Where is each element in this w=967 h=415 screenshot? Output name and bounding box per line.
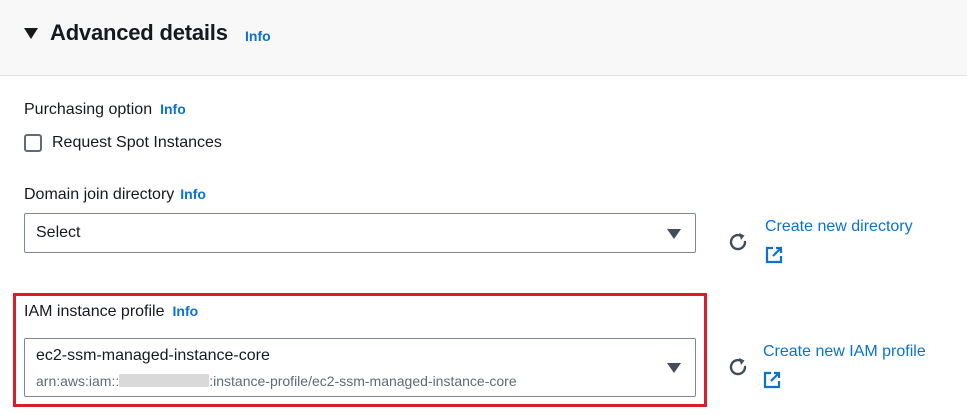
purchasing-option-label-text: Purchasing option	[24, 101, 153, 118]
domain-join-label: Domain join directory Info	[24, 186, 206, 204]
iam-profile-select[interactable]: ec2-ssm-managed-instance-core arn:aws:ia…	[24, 338, 696, 397]
advanced-details-header[interactable]: Advanced details Info	[0, 0, 967, 76]
external-link-icon[interactable]	[763, 371, 781, 389]
domain-join-info-link[interactable]: Info	[180, 186, 206, 202]
create-new-iam-profile-link[interactable]: Create new IAM profile	[763, 343, 926, 361]
iam-profile-label: IAM instance profile Info	[24, 303, 198, 321]
domain-join-select-value: Select	[36, 224, 81, 241]
iam-profile-label-text: IAM instance profile	[24, 303, 165, 320]
select-caret-icon	[667, 363, 681, 373]
purchasing-option-info-link[interactable]: Info	[160, 101, 186, 117]
arn-prefix: arn:aws:iam::	[36, 373, 120, 389]
caret-down-icon[interactable]	[24, 28, 38, 39]
select-caret-icon	[667, 229, 681, 239]
domain-join-select[interactable]: Select	[24, 213, 696, 253]
domain-join-label-text: Domain join directory	[24, 186, 175, 203]
refresh-directory-icon[interactable]	[726, 230, 750, 254]
header-info-link[interactable]: Info	[245, 28, 271, 44]
section-title[interactable]: Advanced details	[50, 20, 228, 46]
purchasing-option-label: Purchasing option Info	[24, 101, 186, 119]
request-spot-instances-label[interactable]: Request Spot Instances	[52, 134, 222, 152]
iam-profile-info-link[interactable]: Info	[173, 303, 199, 319]
create-new-directory-link[interactable]: Create new directory	[765, 218, 913, 236]
redacted-account-id	[119, 374, 210, 387]
request-spot-instances-row[interactable]: Request Spot Instances	[24, 132, 222, 154]
iam-profile-arn: arn:aws:iam:::instance-profile/ec2-ssm-m…	[36, 373, 517, 389]
iam-profile-select-value: ec2-ssm-managed-instance-core	[36, 347, 270, 364]
external-link-icon[interactable]	[765, 246, 783, 264]
refresh-iam-profile-icon[interactable]	[726, 355, 750, 379]
request-spot-instances-checkbox[interactable]	[24, 134, 42, 152]
arn-suffix: :instance-profile/ec2-ssm-managed-instan…	[209, 373, 517, 389]
